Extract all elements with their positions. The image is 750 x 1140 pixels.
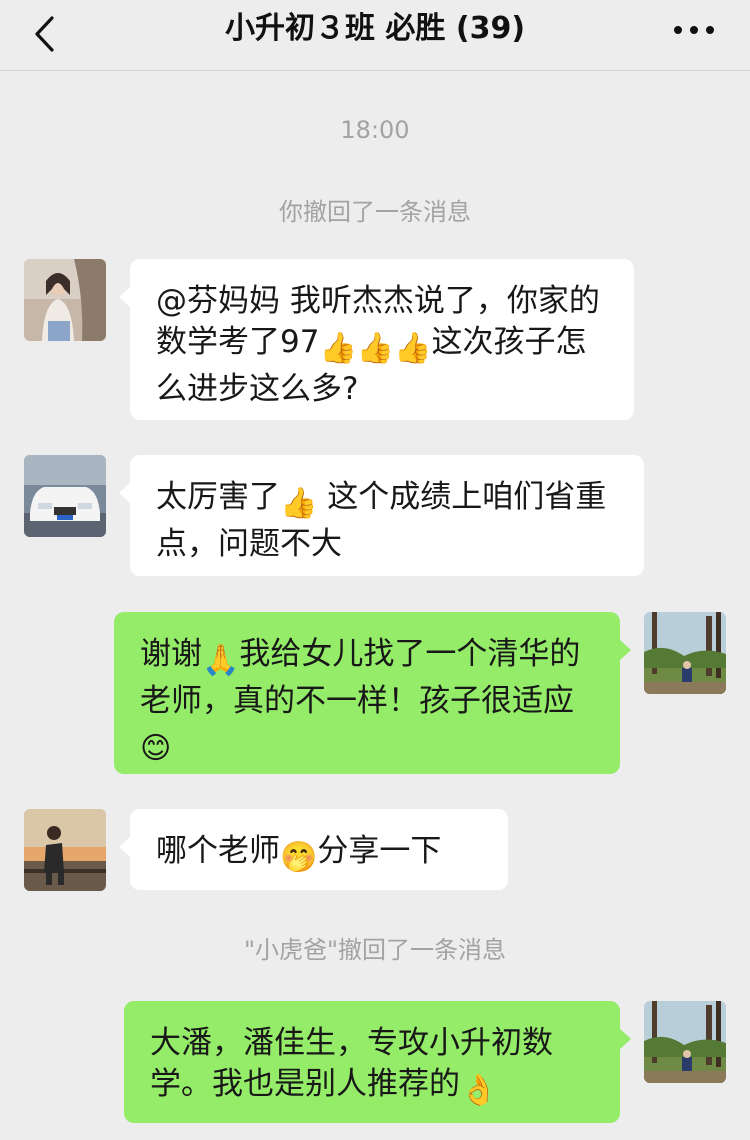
more-dots-icon	[674, 26, 714, 34]
message-bubble[interactable]: @芬妈妈 我听杰杰说了，你家的数学考了97👍👍👍这次孩子怎么进步这么多?	[119, 259, 634, 420]
chat-title: 小升初３班 必胜 (39)	[224, 11, 526, 46]
chevron-left-icon	[35, 16, 54, 52]
message-text: 谢谢	[140, 636, 202, 672]
my-avatar[interactable]	[644, 1001, 726, 1083]
folded-hands-icon: 🙏	[202, 643, 240, 678]
ok-hand-icon: 👌	[460, 1073, 498, 1108]
message-bubble[interactable]: 大潘，潘佳生，专攻小升初数学。我也是别人推荐的👌	[124, 1001, 631, 1123]
message-text: 太厉害了	[156, 479, 280, 515]
hand-over-mouth-face-icon: 🤭	[280, 840, 318, 875]
chat-header: 小升初３班 必胜 (39)	[0, 0, 750, 71]
thumbs-up-icon: 👍	[280, 486, 318, 521]
thumbs-up-icon: 👍	[394, 331, 432, 366]
avatar[interactable]	[24, 259, 106, 341]
more-button[interactable]	[668, 12, 720, 48]
my-avatar[interactable]	[644, 612, 726, 694]
smiling-face-icon: 😊	[140, 731, 172, 766]
thumbs-up-icon: 👍	[319, 331, 357, 366]
thumbs-up-icon: 👍	[356, 331, 395, 366]
message-bubble[interactable]: 谢谢🙏我给女儿找了一个清华的老师，真的不一样！孩子很适应😊	[114, 612, 631, 774]
message-text: 哪个老师	[156, 833, 280, 869]
avatar[interactable]	[24, 455, 106, 537]
recall-notice: "小虎爸"撤回了一条消息	[243, 936, 507, 964]
back-button[interactable]	[22, 12, 66, 56]
recall-notice: 你撤回了一条消息	[279, 198, 471, 226]
avatar[interactable]	[24, 809, 106, 891]
message-bubble[interactable]: 哪个老师🤭分享一下	[119, 809, 508, 890]
message-text: 分享一下	[317, 833, 442, 869]
message-bubble[interactable]: 太厉害了👍 这个成绩上咱们省重点，问题不大	[119, 455, 644, 576]
chat-timestamp: 18:00	[340, 116, 410, 144]
